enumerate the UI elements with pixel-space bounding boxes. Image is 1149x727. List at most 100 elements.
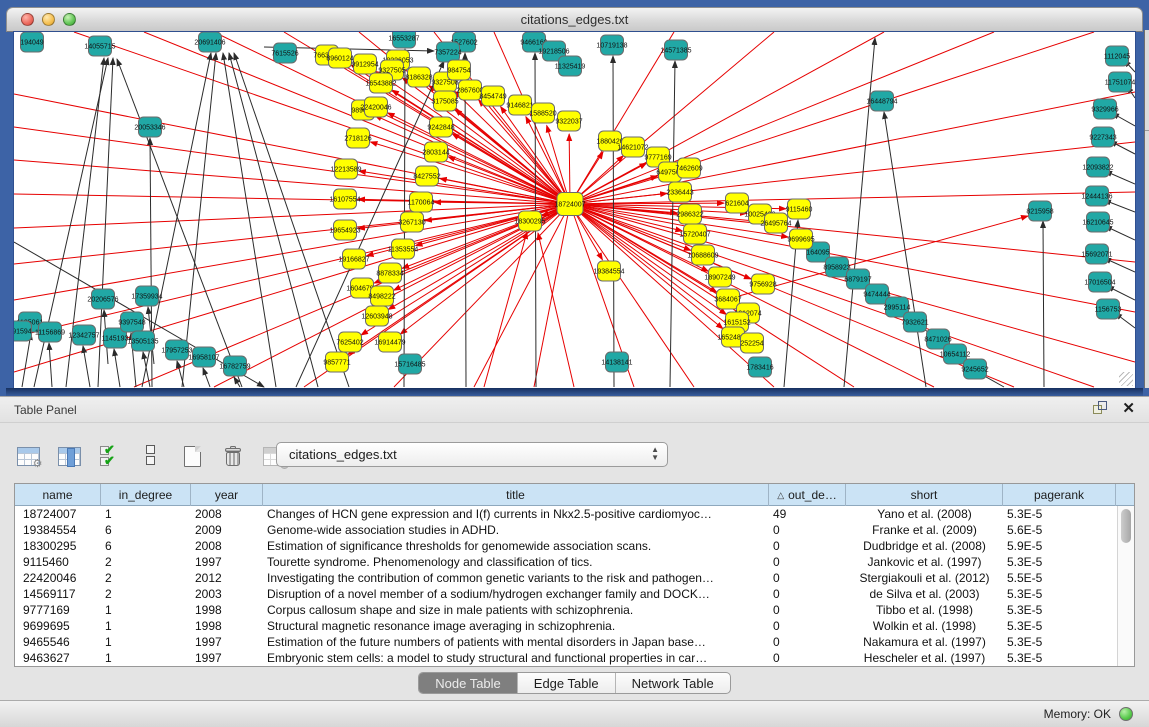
graph-node[interactable]: 9397548: [118, 312, 145, 332]
graph-node[interactable]: 11325419: [555, 56, 586, 76]
table-cell[interactable]: 5.3E-5: [1003, 618, 1116, 634]
graph-edge[interactable]: [884, 112, 926, 387]
table-cell[interactable]: 1997: [191, 554, 263, 570]
graph-edge[interactable]: [229, 53, 318, 387]
table-cell[interactable]: 0: [769, 602, 846, 618]
table-cell[interactable]: 0: [769, 554, 846, 570]
table-row[interactable]: 977716911998Corpus callosum shape and si…: [15, 602, 1117, 618]
table-cell[interactable]: 1: [101, 650, 191, 666]
graph-node[interactable]: 18907249: [704, 267, 735, 287]
graph-node[interactable]: 16958107: [188, 347, 219, 367]
graph-edge[interactable]: [613, 56, 614, 387]
graph-node[interactable]: 9245652: [961, 359, 988, 379]
table-cell[interactable]: 1: [101, 634, 191, 650]
graph-edge[interactable]: [570, 204, 1094, 387]
table-cell[interactable]: Corpus callosum shape and size in male p…: [263, 602, 769, 618]
graph-node[interactable]: 19654923: [329, 220, 360, 240]
table-cell[interactable]: 5.5E-5: [1003, 570, 1116, 586]
graph-node[interactable]: 14138141: [601, 352, 632, 372]
table-cell[interactable]: Investigating the contribution of common…: [263, 570, 769, 586]
graph-edge[interactable]: [570, 32, 994, 204]
table-cell[interactable]: 0: [769, 650, 846, 666]
graph-node[interactable]: 14571385: [660, 40, 691, 60]
graph-edge[interactable]: [844, 38, 875, 387]
window-resize-grip[interactable]: [1119, 372, 1133, 386]
table-cell[interactable]: 5.9E-5: [1003, 538, 1116, 554]
graph-node[interactable]: 20053346: [134, 117, 165, 137]
graph-node[interactable]: 252254: [740, 333, 763, 353]
table-cell[interactable]: 2008: [191, 538, 263, 554]
graph-node[interactable]: 8215958: [1026, 201, 1053, 221]
table-cell[interactable]: 1998: [191, 602, 263, 618]
graph-edge[interactable]: [359, 171, 570, 204]
float-window-icon[interactable]: [1093, 401, 1108, 416]
table-cell[interactable]: 0: [769, 618, 846, 634]
graph-edge[interactable]: [370, 142, 570, 204]
table-cell[interactable]: Jankovic et al. (1997): [846, 554, 1003, 570]
table-cell[interactable]: 6: [101, 538, 191, 554]
graph-node[interactable]: 194049: [20, 32, 43, 52]
table-cell[interactable]: 18724007: [15, 506, 101, 522]
table-cell[interactable]: 9463627: [15, 650, 101, 666]
graph-node[interactable]: 1156753: [1095, 299, 1122, 319]
graph-edge[interactable]: [14, 194, 570, 204]
graph-node[interactable]: 11353554: [388, 239, 419, 259]
graph-node[interactable]: 22420046: [360, 97, 391, 117]
graph-node[interactable]: 7625402: [336, 332, 363, 352]
graph-node[interactable]: 9322037: [555, 111, 582, 131]
network-window-titlebar[interactable]: citations_edges.txt: [6, 7, 1143, 32]
graph-node[interactable]: 8186328: [405, 67, 432, 87]
table-cell[interactable]: 1997: [191, 634, 263, 650]
graph-node[interactable]: 15720407: [679, 224, 710, 244]
graph-edge[interactable]: [83, 346, 90, 387]
select-columns-button[interactable]: ✔✔: [96, 442, 124, 470]
graph-node[interactable]: 16782759: [219, 356, 250, 376]
table-cell[interactable]: 1997: [191, 650, 263, 666]
table-cell[interactable]: Estimation of the future numbers of pati…: [263, 634, 769, 650]
tab-network-table[interactable]: Network Table: [616, 673, 730, 693]
graph-node[interactable]: 9329966: [1091, 99, 1118, 119]
graph-node[interactable]: 20206576: [87, 289, 118, 309]
table-row[interactable]: 1938455462009Genome-wide association stu…: [15, 522, 1117, 538]
graph-node[interactable]: 16543882: [365, 73, 396, 93]
table-cell[interactable]: 19384554: [15, 522, 101, 538]
graph-node[interactable]: 9227343: [1089, 127, 1116, 147]
graph-node[interactable]: 8454749: [479, 86, 506, 106]
graph-node[interactable]: 9912954: [351, 54, 378, 74]
table-cell[interactable]: Hescheler et al. (1997): [846, 650, 1003, 666]
table-cell[interactable]: 0: [769, 522, 846, 538]
graph-node[interactable]: 8960124: [326, 48, 353, 68]
table-cell[interactable]: 0: [769, 538, 846, 554]
column-header-pagerank[interactable]: pagerank: [1003, 484, 1116, 506]
table-cell[interactable]: 1: [101, 506, 191, 522]
table-cell[interactable]: Embryonic stem cells: a model to study s…: [263, 650, 769, 666]
graph-node[interactable]: 26495764: [760, 213, 791, 233]
table-cell[interactable]: 5.3E-5: [1003, 506, 1116, 522]
graph-node[interactable]: 10719138: [596, 35, 627, 55]
table-row[interactable]: 946554611997Estimation of the future num…: [15, 634, 1117, 650]
graph-edge[interactable]: [203, 368, 210, 387]
table-cell[interactable]: 2012: [191, 570, 263, 586]
graph-edge[interactable]: [538, 233, 574, 387]
graph-node[interactable]: 14055715: [84, 36, 115, 56]
column-header-title[interactable]: title: [263, 484, 769, 506]
graph-hub-node[interactable]: 18724007: [554, 193, 585, 216]
graph-node[interactable]: 1783416: [746, 357, 773, 377]
graph-node[interactable]: 10688609: [687, 245, 718, 265]
graph-edge[interactable]: [570, 32, 884, 204]
graph-node[interactable]: 20691406: [194, 32, 225, 52]
graph-edge[interactable]: [14, 94, 570, 204]
table-cell[interactable]: 1: [101, 618, 191, 634]
graph-node[interactable]: 391594: [14, 321, 32, 341]
table-cell[interactable]: Estimation of significance thresholds fo…: [263, 538, 769, 554]
show-columns-button[interactable]: [55, 442, 83, 470]
table-row[interactable]: 946362711997Embryonic stem cells: a mode…: [15, 650, 1117, 666]
table-cell[interactable]: Disruption of a novel member of a sodium…: [263, 586, 769, 602]
graph-node[interactable]: 8427552: [413, 166, 440, 186]
table-cell[interactable]: Changes of HCN gene expression and I(f) …: [263, 506, 769, 522]
graph-node[interactable]: 17016504: [1084, 272, 1115, 292]
table-cell[interactable]: 18300295: [15, 538, 101, 554]
graph-edge[interactable]: [570, 32, 1094, 204]
tab-node-table[interactable]: Node Table: [419, 673, 518, 693]
table-cell[interactable]: de Silva et al. (2003): [846, 586, 1003, 602]
